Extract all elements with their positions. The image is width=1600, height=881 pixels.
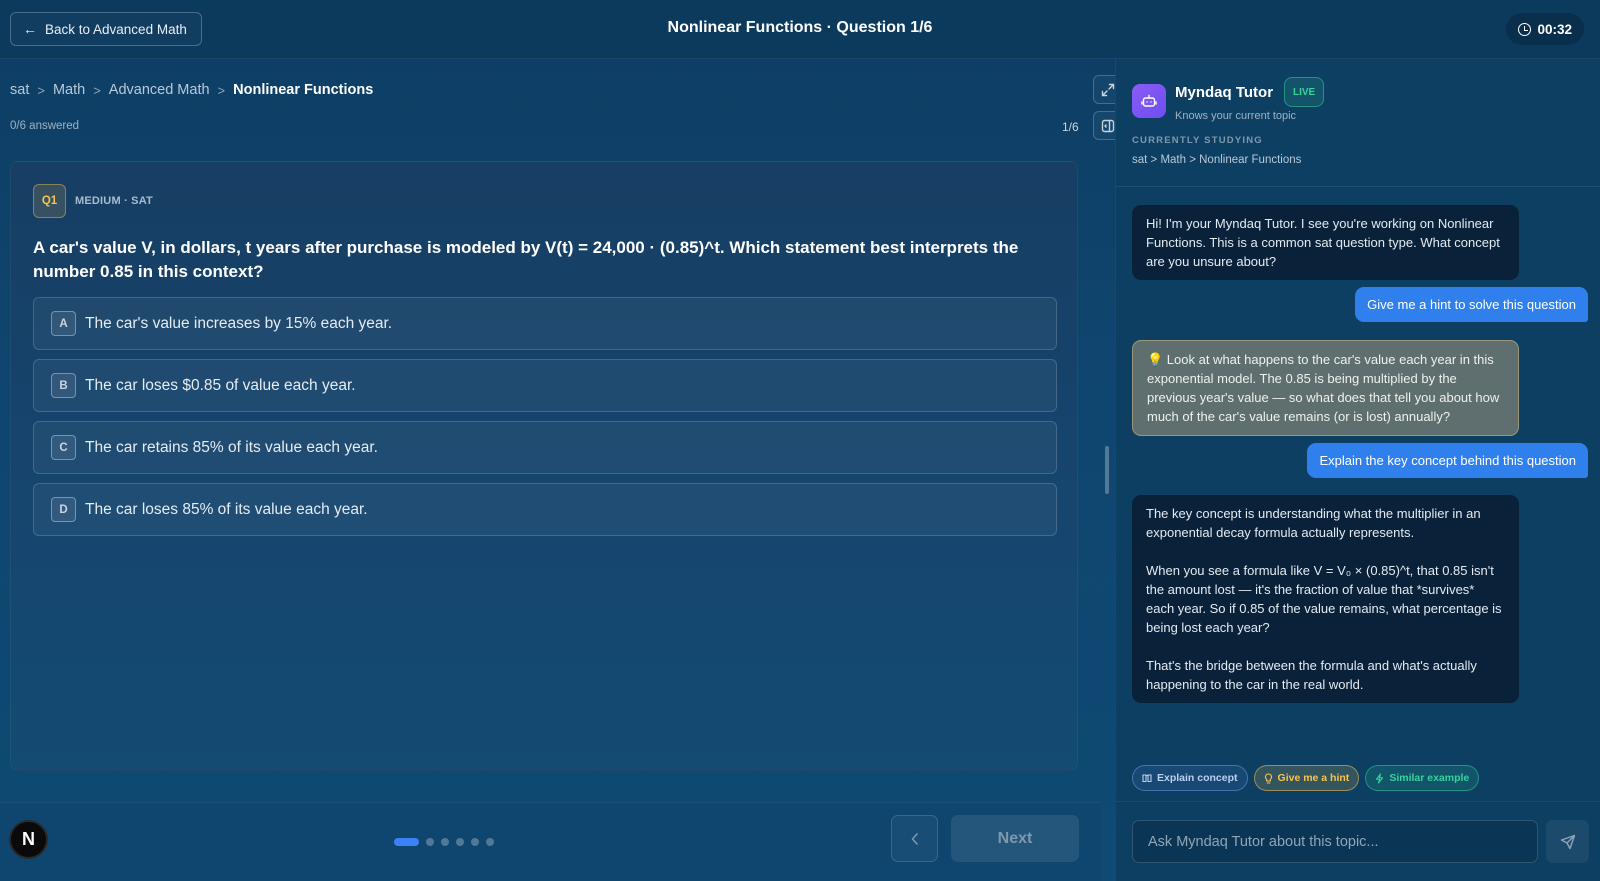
currently-studying-path: sat > Math > Nonlinear Functions (1132, 154, 1302, 166)
user-message: Explain the key concept behind this ques… (1307, 443, 1588, 478)
option-letter: D (51, 497, 76, 522)
breadcrumb-item-math[interactable]: Math (53, 82, 85, 98)
timer-value: 00:32 (1537, 21, 1572, 37)
app-logo[interactable]: N (9, 820, 48, 859)
breadcrumb-item-sat[interactable]: sat (10, 82, 29, 98)
chip-label: Similar example (1389, 772, 1470, 784)
lightbulb-icon (1264, 772, 1272, 784)
answered-count: 0/6 answered (10, 120, 80, 132)
tutor-panel: Myndaq Tutor LIVE Knows your current top… (1115, 59, 1600, 881)
answer-option-a[interactable]: A The car's value increases by 15% each … (33, 297, 1057, 350)
progress-dot-2[interactable] (426, 838, 434, 846)
answer-option-b[interactable]: B The car loses $0.85 of value each year… (33, 359, 1057, 412)
lightning-icon (1376, 772, 1384, 784)
tutor-name: Myndaq Tutor (1175, 84, 1274, 101)
chat-input-area (1116, 801, 1600, 881)
chip-label: Give me a hint (1277, 772, 1350, 784)
send-icon (1560, 834, 1575, 849)
breadcrumb-separator: > (93, 82, 101, 98)
tutor-subtitle: Knows your current topic (1175, 110, 1297, 122)
tutor-message: Hi! I'm your Myndaq Tutor. I see you're … (1132, 205, 1519, 280)
send-button[interactable] (1546, 820, 1589, 863)
option-text: The car's value increases by 15% each ye… (85, 314, 393, 332)
give-hint-chip[interactable]: Give me a hint (1253, 765, 1360, 791)
explain-concept-chip[interactable]: Explain concept (1132, 765, 1248, 791)
previous-button[interactable] (891, 815, 938, 862)
panel-icon (1101, 119, 1114, 132)
breadcrumb: sat > Math > Advanced Math > Nonlinear F… (10, 82, 373, 98)
quick-actions: Explain concept Give me a hint Similar e… (1132, 765, 1480, 791)
question-text: A car's value V, in dollars, t years aft… (33, 238, 1019, 281)
message-paragraph: That's the bridge between the formula an… (1146, 658, 1477, 692)
tutor-message: The key concept is understanding what th… (1132, 495, 1519, 703)
answer-option-c[interactable]: C The car retains 85% of its value each … (33, 421, 1057, 474)
option-letter: C (51, 435, 76, 460)
question-progress-dots (394, 838, 494, 846)
breadcrumb-separator: > (37, 82, 45, 98)
robot-icon (1141, 94, 1157, 107)
chat-input[interactable] (1132, 820, 1538, 863)
timer: 00:32 (1506, 13, 1584, 45)
similar-example-chip[interactable]: Similar example (1365, 765, 1480, 791)
breadcrumb-item-current: Nonlinear Functions (233, 82, 374, 98)
question-number-badge: Q1 (33, 184, 66, 218)
progress-dot-5[interactable] (471, 838, 479, 846)
message-paragraph: The key concept is understanding what th… (1146, 506, 1481, 540)
option-text: The car loses 85% of its value each year… (85, 500, 368, 518)
book-icon (1142, 774, 1152, 783)
option-letter: A (51, 311, 76, 336)
question-card: Q1 MEDIUM · SAT A car's value V, in doll… (10, 161, 1078, 771)
divider (1116, 186, 1600, 187)
top-bar: ← Back to Advanced Math Nonlinear Functi… (0, 0, 1600, 59)
option-letter: B (51, 373, 76, 398)
progress-dot-6[interactable] (486, 838, 494, 846)
next-button[interactable]: Next (951, 815, 1079, 862)
question-nav-bar: N Next (0, 802, 1101, 881)
bot-avatar (1132, 84, 1166, 118)
live-badge: LIVE (1284, 77, 1325, 107)
panel-resize-handle[interactable] (1105, 446, 1109, 494)
chevron-left-icon (911, 832, 918, 845)
question-pane: sat > Math > Advanced Math > Nonlinear F… (0, 59, 1122, 881)
option-text: The car loses $0.85 of value each year. (85, 376, 356, 394)
option-text: The car retains 85% of its value each ye… (85, 438, 378, 456)
clock-icon (1518, 22, 1532, 36)
page-title: Nonlinear Functions · Question 1/6 (667, 19, 933, 36)
chip-label: Explain concept (1157, 772, 1238, 784)
question-meta: MEDIUM · SAT (75, 195, 153, 207)
progress-dot-4[interactable] (456, 838, 464, 846)
user-message: Give me a hint to solve this question (1355, 287, 1588, 322)
answer-option-d[interactable]: D The car loses 85% of its value each ye… (33, 483, 1057, 536)
progress-dot-3[interactable] (441, 838, 449, 846)
breadcrumb-separator: > (217, 82, 226, 98)
breadcrumb-item-advanced-math[interactable]: Advanced Math (109, 82, 210, 98)
expand-icon (1101, 83, 1114, 96)
tutor-hint-message: 💡 Look at what happens to the car's valu… (1132, 340, 1519, 436)
message-paragraph: When you see a formula like V = V₀ × (0.… (1146, 563, 1502, 635)
currently-studying-label: CURRENTLY STUDYING (1132, 135, 1263, 146)
progress-dot-1[interactable] (394, 838, 419, 846)
question-position: 1/6 (1062, 120, 1079, 134)
